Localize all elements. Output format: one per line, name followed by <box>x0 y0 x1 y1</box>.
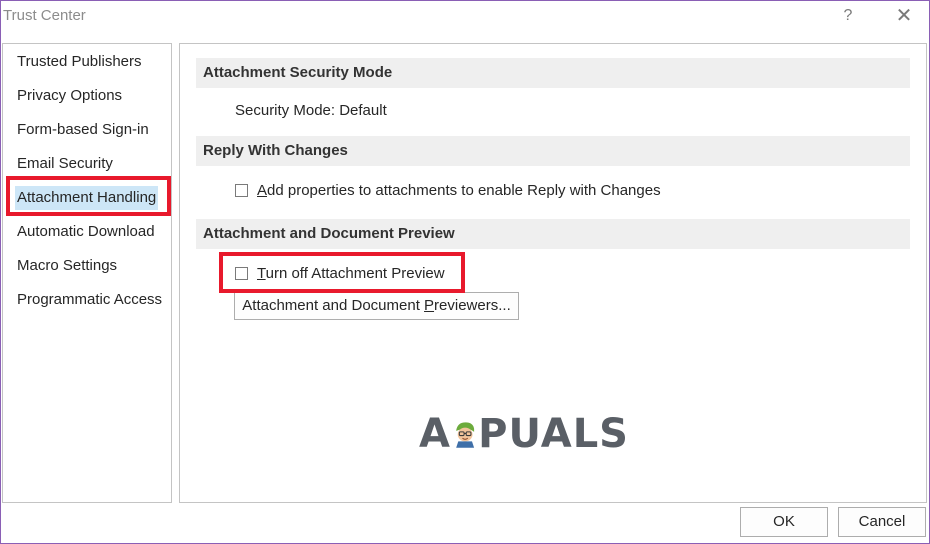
window-title: Trust Center <box>3 7 86 24</box>
annotation-highlight-preview-option <box>219 252 465 293</box>
sidebar-item-email-security[interactable]: Email Security <box>15 152 115 176</box>
sidebar-item-programmatic-access[interactable]: Programmatic Access <box>15 288 164 312</box>
trust-center-dialog: Trust Center ? ✕ Trusted Publishers Priv… <box>0 0 930 544</box>
help-button[interactable]: ? <box>837 4 859 28</box>
sidebar-item-automatic-download[interactable]: Automatic Download <box>15 220 157 244</box>
security-mode-status: Security Mode: Default <box>235 102 387 119</box>
section-header-attachment-document-preview: Attachment and Document Preview <box>196 219 910 249</box>
reply-with-changes-checkbox[interactable] <box>235 183 248 197</box>
section-header-attachment-security-mode: Attachment Security Mode <box>196 58 910 88</box>
sidebar-item-trusted-publishers[interactable]: Trusted Publishers <box>15 50 144 74</box>
reply-with-changes-option[interactable]: Add properties to attachments to enable … <box>235 180 661 200</box>
close-icon[interactable]: ✕ <box>892 4 916 28</box>
ok-button[interactable]: OK <box>740 507 828 537</box>
document-previewers-button[interactable]: Attachment and Document Previewers... <box>234 292 519 320</box>
section-header-reply-with-changes: Reply With Changes <box>196 136 910 166</box>
watermark-text-right: PUALS <box>478 411 629 457</box>
sidebar-item-macro-settings[interactable]: Macro Settings <box>15 254 119 278</box>
title-bar: Trust Center ? ✕ <box>1 1 929 31</box>
watermark-text-left: A <box>419 411 451 457</box>
appuals-watermark: A PUALS <box>419 407 629 461</box>
category-sidebar: Trusted Publishers Privacy Options Form-… <box>2 43 172 503</box>
annotation-highlight-sidebar <box>6 176 171 216</box>
sidebar-item-form-based-sign-in[interactable]: Form-based Sign-in <box>15 118 151 142</box>
cancel-button[interactable]: Cancel <box>838 507 926 537</box>
reply-with-changes-label: Add properties to attachments to enable … <box>257 181 661 199</box>
sidebar-item-privacy-options[interactable]: Privacy Options <box>15 84 124 108</box>
appuals-mascot-logo <box>456 422 475 448</box>
